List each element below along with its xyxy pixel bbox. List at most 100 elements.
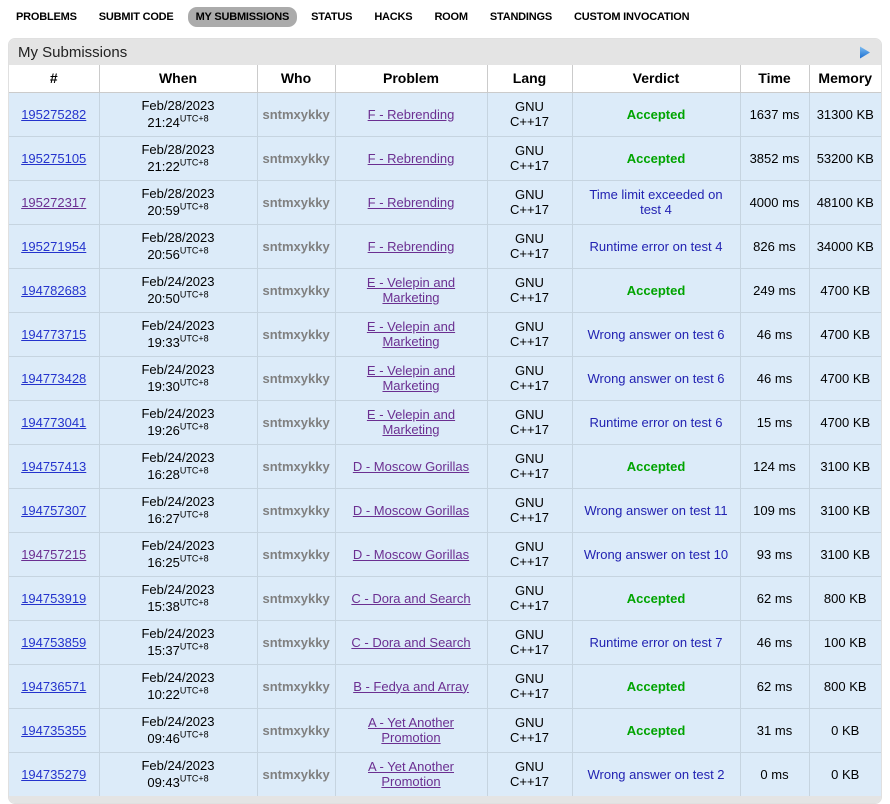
submission-lang: GNUC++17	[487, 136, 572, 180]
submission-time: 826 ms	[740, 224, 809, 268]
problem-link[interactable]: E - Velepin and Marketing	[367, 363, 455, 393]
problem-link[interactable]: F - Rebrending	[368, 195, 455, 210]
submission-id-link[interactable]: 194736571	[21, 679, 86, 694]
submission-id-link[interactable]: 195272317	[21, 195, 86, 210]
submission-id-link[interactable]: 194757413	[21, 459, 86, 474]
submitter-link[interactable]: sntmxykky	[263, 635, 330, 650]
table-row: 194773041 Feb/24/2023 19:26UTC+8 sntmxyk…	[9, 400, 881, 444]
submission-time: 124 ms	[740, 444, 809, 488]
table-row: 194757215 Feb/24/2023 16:25UTC+8 sntmxyk…	[9, 532, 881, 576]
submitter-link[interactable]: sntmxykky	[263, 591, 330, 606]
verdict-text: Accepted	[627, 591, 686, 606]
submission-when: Feb/24/2023 15:37UTC+8	[99, 620, 257, 664]
submission-memory: 100 KB	[809, 620, 881, 664]
submitter-link[interactable]: sntmxykky	[263, 195, 330, 210]
submission-id-link[interactable]: 194735355	[21, 723, 86, 738]
submission-id-link[interactable]: 194773715	[21, 327, 86, 342]
submission-id-link[interactable]: 195275282	[21, 107, 86, 122]
nav-item-standings[interactable]: STANDINGS	[482, 7, 560, 27]
submitter-link[interactable]: sntmxykky	[263, 459, 330, 474]
column-header-lang: Lang	[487, 65, 572, 92]
problem-link[interactable]: E - Velepin and Marketing	[367, 319, 455, 349]
submission-memory: 4700 KB	[809, 268, 881, 312]
submission-lang: GNUC++17	[487, 400, 572, 444]
submission-time: 46 ms	[740, 356, 809, 400]
submitter-link[interactable]: sntmxykky	[263, 107, 330, 122]
table-row: 194735355 Feb/24/2023 09:46UTC+8 sntmxyk…	[9, 708, 881, 752]
nav-item-hacks[interactable]: HACKS	[366, 7, 420, 27]
submission-lang: GNUC++17	[487, 268, 572, 312]
table-header-row: # When Who Problem Lang Verdict Time Mem…	[9, 65, 881, 92]
submission-id-link[interactable]: 195271954	[21, 239, 86, 254]
problem-link[interactable]: A - Yet Another Promotion	[368, 759, 454, 789]
submitter-link[interactable]: sntmxykky	[263, 415, 330, 430]
submitter-link[interactable]: sntmxykky	[263, 503, 330, 518]
submission-when: Feb/24/2023 20:50UTC+8	[99, 268, 257, 312]
problem-link[interactable]: C - Dora and Search	[351, 635, 470, 650]
table-row: 195275105 Feb/28/2023 21:22UTC+8 sntmxyk…	[9, 136, 881, 180]
column-header-problem: Problem	[335, 65, 487, 92]
submission-when: Feb/24/2023 10:22UTC+8	[99, 664, 257, 708]
submitter-link[interactable]: sntmxykky	[263, 283, 330, 298]
submitter-link[interactable]: sntmxykky	[263, 547, 330, 562]
submission-id-link[interactable]: 194735279	[21, 767, 86, 782]
verdict-text: Accepted	[627, 723, 686, 738]
problem-link[interactable]: E - Velepin and Marketing	[367, 407, 455, 437]
submission-id-link[interactable]: 194757215	[21, 547, 86, 562]
nav-item-problems[interactable]: PROBLEMS	[8, 7, 85, 27]
problem-link[interactable]: D - Moscow Gorillas	[353, 547, 469, 562]
problem-link[interactable]: F - Rebrending	[368, 151, 455, 166]
nav-item-custom-invocation[interactable]: CUSTOM INVOCATION	[566, 7, 697, 27]
table-row: 194773715 Feb/24/2023 19:33UTC+8 sntmxyk…	[9, 312, 881, 356]
submission-id-link[interactable]: 194773428	[21, 371, 86, 386]
submission-id-link[interactable]: 194757307	[21, 503, 86, 518]
problem-link[interactable]: F - Rebrending	[368, 107, 455, 122]
submission-id-link[interactable]: 194773041	[21, 415, 86, 430]
submission-lang: GNUC++17	[487, 752, 572, 796]
submission-when: Feb/24/2023 19:26UTC+8	[99, 400, 257, 444]
submission-id-link[interactable]: 194753859	[21, 635, 86, 650]
nav-item-my-submissions[interactable]: MY SUBMISSIONS	[188, 7, 298, 27]
problem-link[interactable]: B - Fedya and Array	[353, 679, 469, 694]
table-row: 194773428 Feb/24/2023 19:30UTC+8 sntmxyk…	[9, 356, 881, 400]
submitter-link[interactable]: sntmxykky	[263, 679, 330, 694]
submitter-link[interactable]: sntmxykky	[263, 767, 330, 782]
submission-memory: 800 KB	[809, 576, 881, 620]
panel-header: My Submissions	[9, 39, 881, 65]
nav-item-room[interactable]: ROOM	[426, 7, 475, 27]
submitter-link[interactable]: sntmxykky	[263, 327, 330, 342]
submission-memory: 4700 KB	[809, 356, 881, 400]
problem-link[interactable]: C - Dora and Search	[351, 591, 470, 606]
verdict-text: Runtime error on test 4	[590, 239, 723, 254]
verdict-text: Accepted	[627, 679, 686, 694]
submission-when: Feb/24/2023 16:25UTC+8	[99, 532, 257, 576]
nav-item-submit-code[interactable]: SUBMIT CODE	[91, 7, 182, 27]
submitter-link[interactable]: sntmxykky	[263, 151, 330, 166]
submission-memory: 34000 KB	[809, 224, 881, 268]
collapse-arrow-icon[interactable]	[858, 45, 872, 60]
problem-link[interactable]: D - Moscow Gorillas	[353, 503, 469, 518]
submitter-link[interactable]: sntmxykky	[263, 371, 330, 386]
problem-link[interactable]: D - Moscow Gorillas	[353, 459, 469, 474]
submission-id-link[interactable]: 195275105	[21, 151, 86, 166]
verdict-text: Runtime error on test 7	[590, 635, 723, 650]
top-nav: PROBLEMS SUBMIT CODE MY SUBMISSIONSSTATUS H…	[0, 0, 890, 38]
problem-link[interactable]: E - Velepin and Marketing	[367, 275, 455, 305]
submission-time: 46 ms	[740, 312, 809, 356]
submission-when: Feb/24/2023 15:38UTC+8	[99, 576, 257, 620]
submission-id-link[interactable]: 194753919	[21, 591, 86, 606]
verdict-text: Time limit exceeded on test 4	[589, 187, 722, 217]
submitter-link[interactable]: sntmxykky	[263, 723, 330, 738]
verdict-text: Wrong answer on test 6	[587, 371, 724, 386]
nav-item-status[interactable]: STATUS	[303, 7, 360, 27]
column-header-when: When	[99, 65, 257, 92]
submission-id-link[interactable]: 194782683	[21, 283, 86, 298]
verdict-text: Wrong answer on test 10	[584, 547, 728, 562]
problem-link[interactable]: A - Yet Another Promotion	[368, 715, 454, 745]
submitter-link[interactable]: sntmxykky	[263, 239, 330, 254]
verdict-text: Accepted	[627, 107, 686, 122]
table-row: 194753919 Feb/24/2023 15:38UTC+8 sntmxyk…	[9, 576, 881, 620]
verdict-text: Accepted	[627, 459, 686, 474]
submission-memory: 53200 KB	[809, 136, 881, 180]
problem-link[interactable]: F - Rebrending	[368, 239, 455, 254]
